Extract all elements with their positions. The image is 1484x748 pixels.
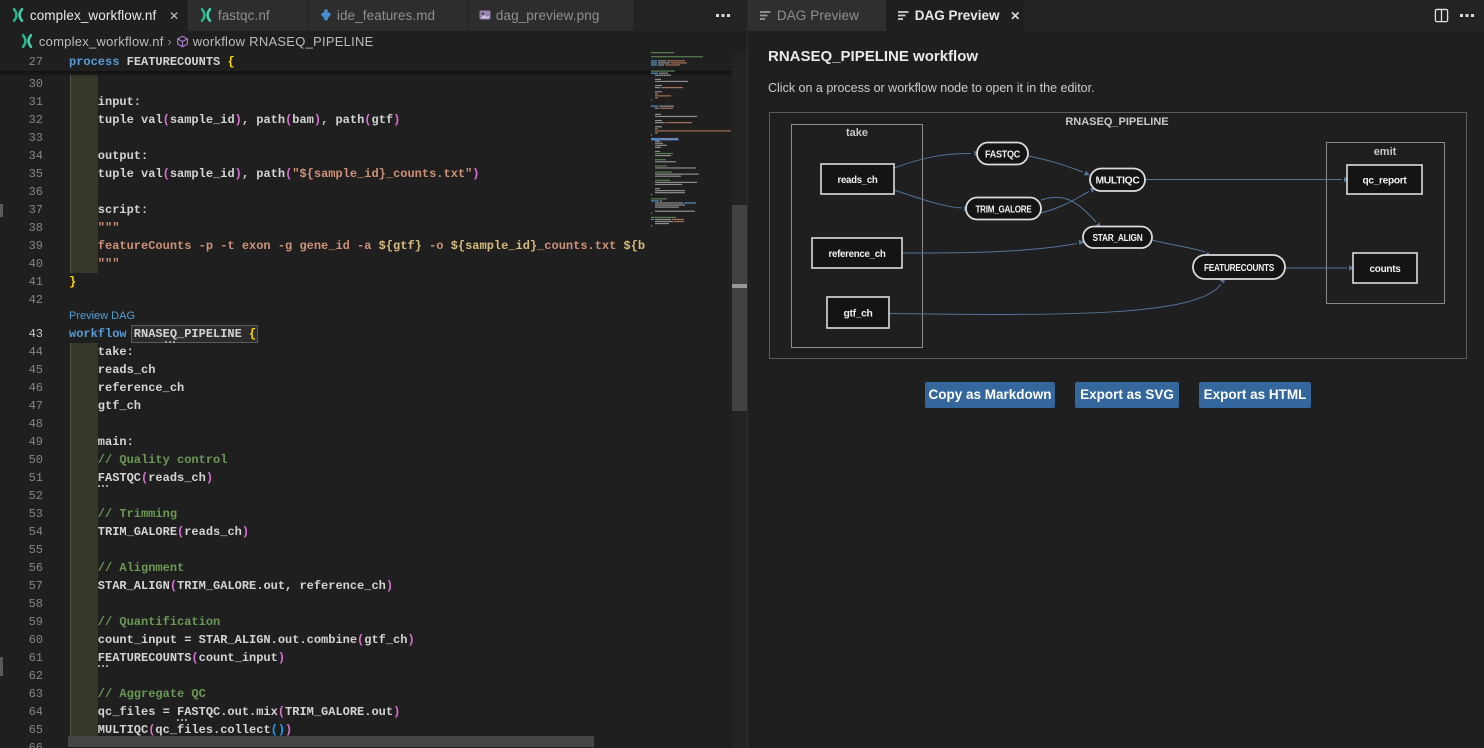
svg-text:take: take — [846, 127, 868, 139]
svg-text:reads_ch: reads_ch — [838, 175, 878, 186]
svg-text:counts: counts — [1370, 264, 1402, 275]
svg-text:qc_report: qc_report — [1363, 175, 1408, 186]
svg-text:FEATURECOUNTS: FEATURECOUNTS — [1204, 263, 1275, 274]
svg-text:MULTIQC: MULTIQC — [1096, 176, 1140, 187]
svg-text:FASTQC: FASTQC — [985, 149, 1020, 160]
svg-text:TRIM_GALORE: TRIM_GALORE — [976, 204, 1033, 215]
svg-text:emit: emit — [1374, 146, 1397, 158]
svg-text:RNASEQ_PIPELINE: RNASEQ_PIPELINE — [1065, 116, 1168, 128]
svg-text:STAR_ALIGN: STAR_ALIGN — [1093, 233, 1143, 244]
svg-text:reference_ch: reference_ch — [829, 249, 886, 260]
svg-text:gtf_ch: gtf_ch — [844, 308, 873, 319]
